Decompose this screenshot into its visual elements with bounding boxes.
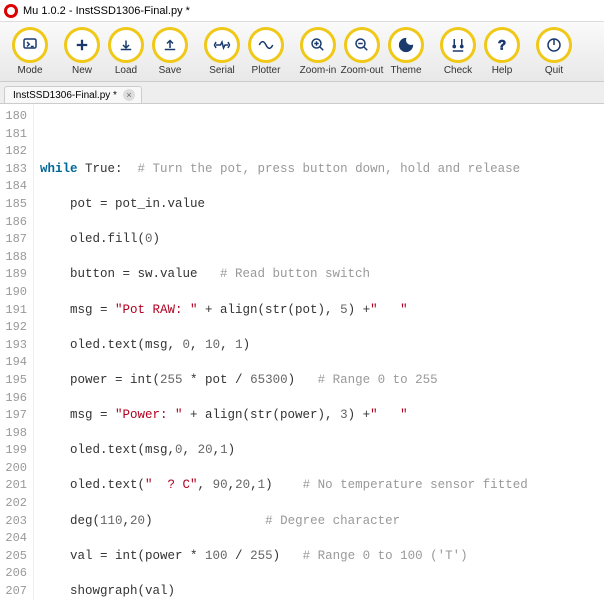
zoom-in-button[interactable]: Zoom-in [296, 27, 340, 76]
help-icon: ? [484, 27, 520, 63]
code-line: val = int(power * 100 / 255) # Range 0 t… [40, 548, 598, 566]
serial-icon [204, 27, 240, 63]
mode-icon [12, 27, 48, 63]
app-icon [4, 4, 18, 18]
tabbar: InstSSD1306-Final.py * × [0, 82, 604, 104]
code-area[interactable]: while True: # Turn the pot, press button… [34, 104, 604, 600]
plotter-button[interactable]: Plotter [244, 27, 288, 76]
zoom-in-icon [300, 27, 336, 63]
save-button[interactable]: Save [148, 27, 192, 76]
code-line: oled.text(msg, 0, 10, 1) [40, 337, 598, 355]
tab-label: InstSSD1306-Final.py * [13, 90, 117, 101]
tab-file[interactable]: InstSSD1306-Final.py * × [4, 86, 142, 103]
code-line: showgraph(val) [40, 583, 598, 600]
code-line: while True: # Turn the pot, press button… [40, 161, 598, 179]
code-line: deg(110,20) # Degree character [40, 513, 598, 531]
window-title: Mu 1.0.2 - InstSSD1306-Final.py * [23, 5, 190, 17]
save-icon [152, 27, 188, 63]
mode-button[interactable]: Mode [8, 27, 52, 76]
code-line [40, 126, 598, 144]
tab-close-icon[interactable]: × [123, 89, 135, 101]
zoom-out-button[interactable]: Zoom-out [340, 27, 384, 76]
zoom-out-icon [344, 27, 380, 63]
code-line: oled.text(" ? C", 90,20,1) # No temperat… [40, 477, 598, 495]
toolbar: Mode New Load Save Serial Plotter Zoom-i… [0, 22, 604, 82]
plus-icon [64, 27, 100, 63]
plotter-icon [248, 27, 284, 63]
code-line: msg = "Pot RAW: " + align(str(pot), 5) +… [40, 302, 598, 320]
theme-button[interactable]: Theme [384, 27, 428, 76]
check-icon [440, 27, 476, 63]
code-line: button = sw.value # Read button switch [40, 266, 598, 284]
load-button[interactable]: Load [104, 27, 148, 76]
titlebar: Mu 1.0.2 - InstSSD1306-Final.py * [0, 0, 604, 22]
code-line: oled.text(msg,0, 20,1) [40, 442, 598, 460]
gutter: 1801811821831841851861871881891901911921… [0, 104, 34, 600]
load-icon [108, 27, 144, 63]
code-line: oled.fill(0) [40, 231, 598, 249]
quit-icon [536, 27, 572, 63]
editor[interactable]: 1801811821831841851861871881891901911921… [0, 104, 604, 600]
check-button[interactable]: Check [436, 27, 480, 76]
code-line: msg = "Power: " + align(str(power), 3) +… [40, 407, 598, 425]
serial-button[interactable]: Serial [200, 27, 244, 76]
code-line: power = int(255 * pot / 65300) # Range 0… [40, 372, 598, 390]
quit-button[interactable]: Quit [532, 27, 576, 76]
new-button[interactable]: New [60, 27, 104, 76]
code-line: pot = pot_in.value [40, 196, 598, 214]
help-button[interactable]: ?Help [480, 27, 524, 76]
svg-text:?: ? [498, 38, 506, 53]
theme-icon [388, 27, 424, 63]
